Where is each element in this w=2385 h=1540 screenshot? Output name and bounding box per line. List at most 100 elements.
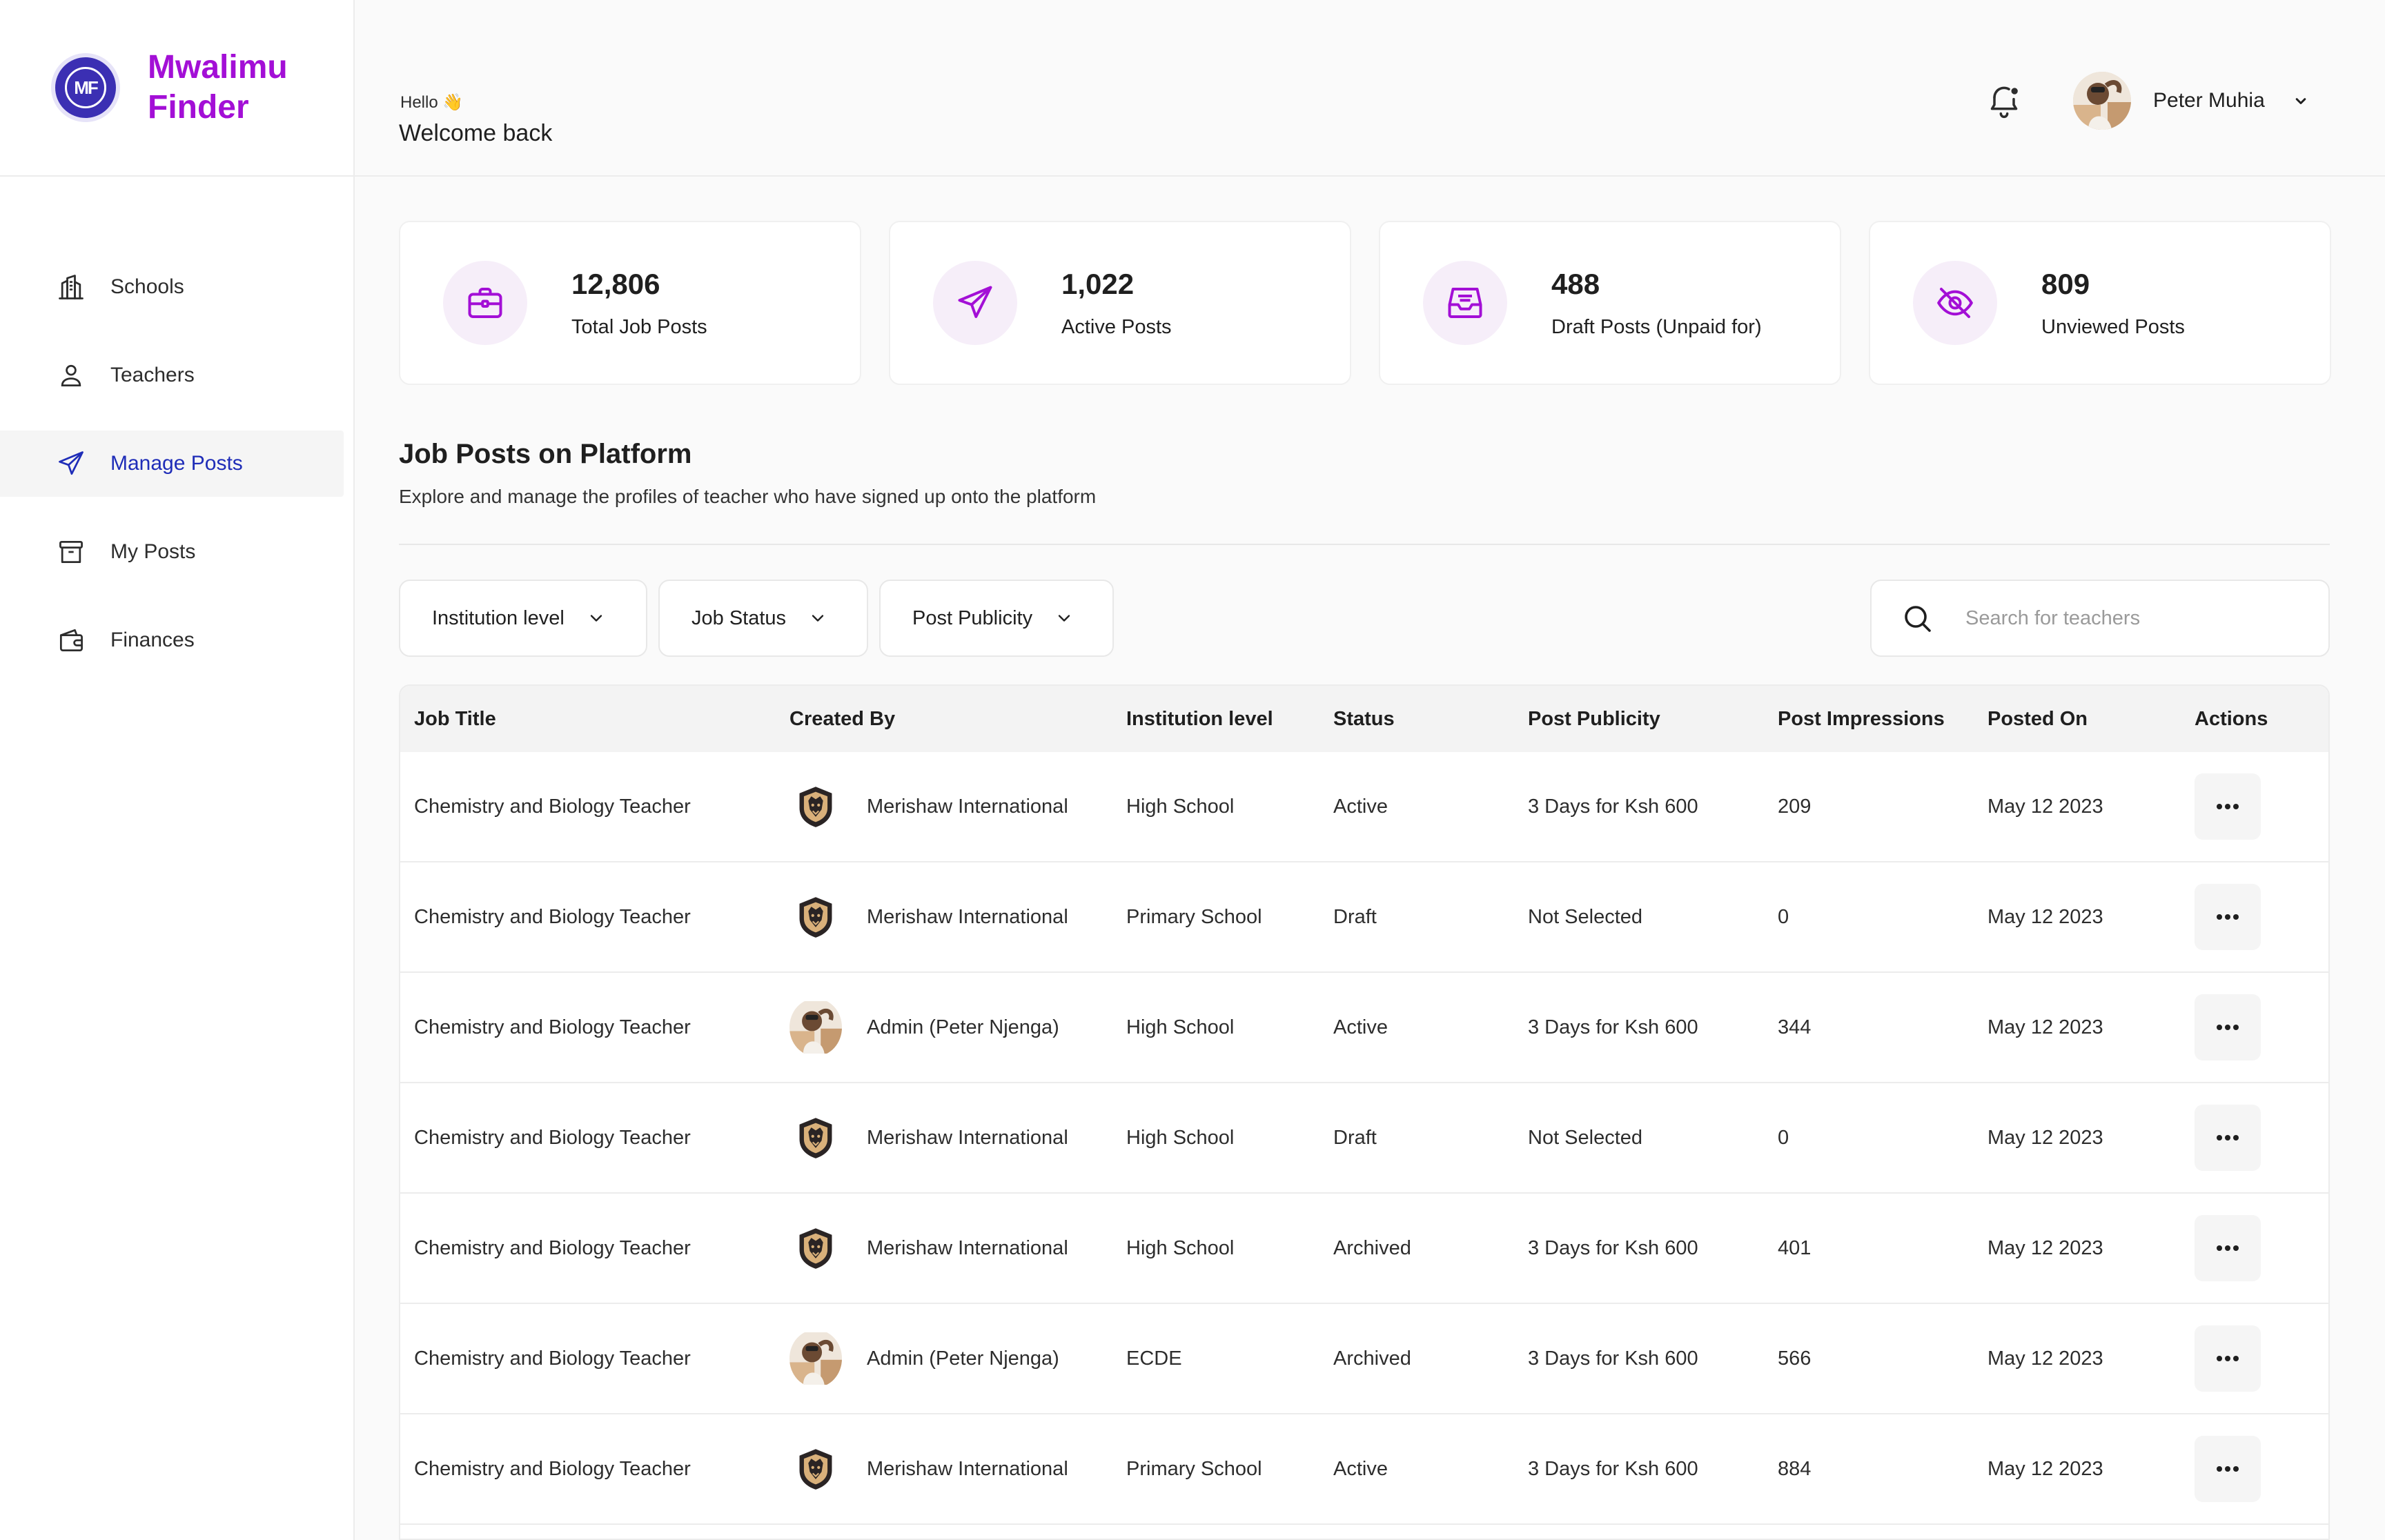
table-row[interactable]: Chemistry and Biology Teacher Admin (Pete…	[400, 973, 2328, 1083]
more-horizontal-icon	[2217, 1466, 2239, 1472]
building-icon	[55, 271, 87, 303]
cell-created-by[interactable]: Admin (Peter Njenga)	[789, 1332, 1059, 1385]
school-logo	[789, 891, 842, 943]
creator-name: Merishaw International	[867, 1236, 1068, 1259]
stat-value: 809	[2041, 267, 2090, 300]
more-actions-button[interactable]	[2195, 1436, 2261, 1502]
user-menu[interactable]: Peter Muhia	[2073, 72, 2310, 130]
stat-value: 12,806	[571, 267, 660, 300]
table-row[interactable]: Chemistry and Biology Teacher Merishaw In…	[400, 1414, 2328, 1525]
sidebar-item-manage-posts[interactable]: Manage Posts	[0, 431, 344, 497]
cell-institution-level: High School	[1126, 795, 1235, 818]
header-created-by[interactable]: Created By	[789, 708, 895, 731]
stat-label: Total Job Posts	[571, 315, 707, 338]
cell-job-title: Chemistry and Biology Teacher	[414, 905, 691, 928]
avatar	[789, 1332, 842, 1385]
cell-institution-level: High School	[1126, 1016, 1235, 1038]
header-posted-on[interactable]: Posted On	[1988, 708, 2088, 731]
header-institution-level[interactable]: Institution level	[1126, 708, 1273, 731]
stat-label: Active Posts	[1061, 315, 1172, 338]
sidebar-nav: Schools Teachers Manage Posts My Posts F…	[0, 254, 353, 673]
send-icon	[55, 448, 87, 480]
header-actions: Actions	[2195, 707, 2268, 730]
cell-job-title: Chemistry and Biology Teacher	[414, 1457, 691, 1480]
more-horizontal-icon	[2217, 1135, 2239, 1141]
header-post-publicity[interactable]: Post Publicity	[1528, 708, 1660, 731]
header-job-title[interactable]: Job Title	[414, 708, 496, 731]
cell-created-by[interactable]: Merishaw International	[789, 891, 1068, 943]
inbox-icon	[1423, 261, 1507, 345]
cell-status: Draft	[1333, 905, 1377, 928]
cell-created-by[interactable]: Merishaw International	[789, 1443, 1068, 1495]
cell-created-by[interactable]: Merishaw International	[789, 1112, 1068, 1164]
creator-name: Admin (Peter Njenga)	[867, 1016, 1059, 1038]
header-status[interactable]: Status	[1333, 708, 1395, 731]
sidebar-item-schools[interactable]: Schools	[0, 254, 344, 320]
sidebar-item-finances[interactable]: Finances	[0, 607, 344, 673]
chevron-down-icon	[812, 615, 824, 622]
hello-text: Hello 👋	[400, 93, 464, 112]
header-post-impressions[interactable]: Post Impressions	[1778, 708, 1945, 731]
cell-created-by[interactable]: Merishaw International	[789, 780, 1068, 833]
creator-name: Merishaw International	[867, 1457, 1068, 1480]
search-input[interactable]	[1965, 606, 2297, 630]
briefcase-icon	[443, 261, 527, 345]
cell-created-by[interactable]: Merishaw International	[789, 1222, 1068, 1274]
sidebar-item-teachers[interactable]: Teachers	[0, 342, 344, 408]
cell-post-publicity: 3 Days for Ksh 600	[1528, 1016, 1698, 1038]
cell-posted-on: May 12 2023	[1988, 1347, 2103, 1370]
table-header: Job Title Created By Institution level S…	[400, 686, 2328, 752]
cell-job-title: Chemistry and Biology Teacher	[414, 1347, 691, 1370]
post-publicity-filter[interactable]: Post Publicity	[879, 580, 1114, 657]
more-actions-button[interactable]	[2195, 994, 2261, 1060]
cell-post-publicity: 3 Days for Ksh 600	[1528, 795, 1698, 818]
cell-status: Active	[1333, 1457, 1388, 1480]
cell-institution-level: Primary School	[1126, 905, 1262, 928]
more-actions-button[interactable]	[2195, 884, 2261, 950]
eye-off-icon	[1913, 261, 1997, 345]
more-actions-button[interactable]	[2195, 1105, 2261, 1171]
top-header: Hello 👋 Welcome back Peter Muhia	[355, 0, 2385, 177]
table-row[interactable]: Chemistry and Biology Teacher Merishaw In…	[400, 752, 2328, 862]
cell-post-impressions: 0	[1778, 1126, 1789, 1149]
search-icon	[1905, 606, 1931, 632]
cell-post-publicity: 3 Days for Ksh 600	[1528, 1457, 1698, 1480]
brand[interactable]: MF Mwalimu Finder	[0, 0, 353, 177]
more-actions-button[interactable]	[2195, 1325, 2261, 1392]
sidebar-item-my-posts[interactable]: My Posts	[0, 519, 344, 585]
stat-card-total-job-posts[interactable]: 12,806 Total Job Posts	[399, 221, 861, 385]
institution-level-filter[interactable]: Institution level	[399, 580, 647, 657]
stat-label: Unviewed Posts	[2041, 315, 2185, 338]
table-row[interactable]: Chemistry and Biology Teacher Merishaw In…	[400, 1083, 2328, 1194]
table-row[interactable]: Chemistry and Biology Teacher Merishaw In…	[400, 1194, 2328, 1304]
stat-card-active-posts[interactable]: 1,022 Active Posts	[889, 221, 1351, 385]
more-actions-button[interactable]	[2195, 1215, 2261, 1281]
avatar	[2073, 72, 2131, 130]
cell-posted-on: May 12 2023	[1988, 1016, 2103, 1038]
more-horizontal-icon	[2217, 1356, 2239, 1361]
table-row[interactable]: Chemistry and Biology Teacher Merishaw In…	[400, 862, 2328, 973]
job-posts-table: Job Title Created By Institution level S…	[399, 684, 2330, 1540]
school-logo	[789, 780, 842, 833]
more-horizontal-icon	[2217, 1025, 2239, 1030]
cell-posted-on: May 12 2023	[1988, 905, 2103, 928]
cell-post-publicity: Not Selected	[1528, 1126, 1643, 1149]
cell-institution-level: Primary School	[1126, 1457, 1262, 1480]
stat-card-unviewed-posts[interactable]: 809 Unviewed Posts	[1869, 221, 2331, 385]
cell-post-publicity: 3 Days for Ksh 600	[1528, 1347, 1698, 1370]
creator-name: Merishaw International	[867, 905, 1068, 928]
cell-created-by[interactable]: Admin (Peter Njenga)	[789, 1001, 1059, 1054]
search-box[interactable]	[1870, 580, 2330, 657]
cell-status: Archived	[1333, 1347, 1411, 1370]
more-horizontal-icon	[2217, 1245, 2239, 1251]
more-actions-button[interactable]	[2195, 773, 2261, 840]
cell-posted-on: May 12 2023	[1988, 795, 2103, 818]
stat-card-draft-posts[interactable]: 488 Draft Posts (Unpaid for)	[1379, 221, 1841, 385]
cell-post-impressions: 401	[1778, 1236, 1812, 1259]
chevron-down-icon[interactable]	[2291, 91, 2310, 110]
job-status-filter[interactable]: Job Status	[658, 580, 868, 657]
section-title: Job Posts on Platform	[399, 439, 692, 469]
table-row[interactable]: Chemistry and Biology Teacher Admin (Pete…	[400, 1304, 2328, 1414]
notification-bell-icon[interactable]	[1985, 81, 2023, 120]
cell-posted-on: May 12 2023	[1988, 1236, 2103, 1259]
